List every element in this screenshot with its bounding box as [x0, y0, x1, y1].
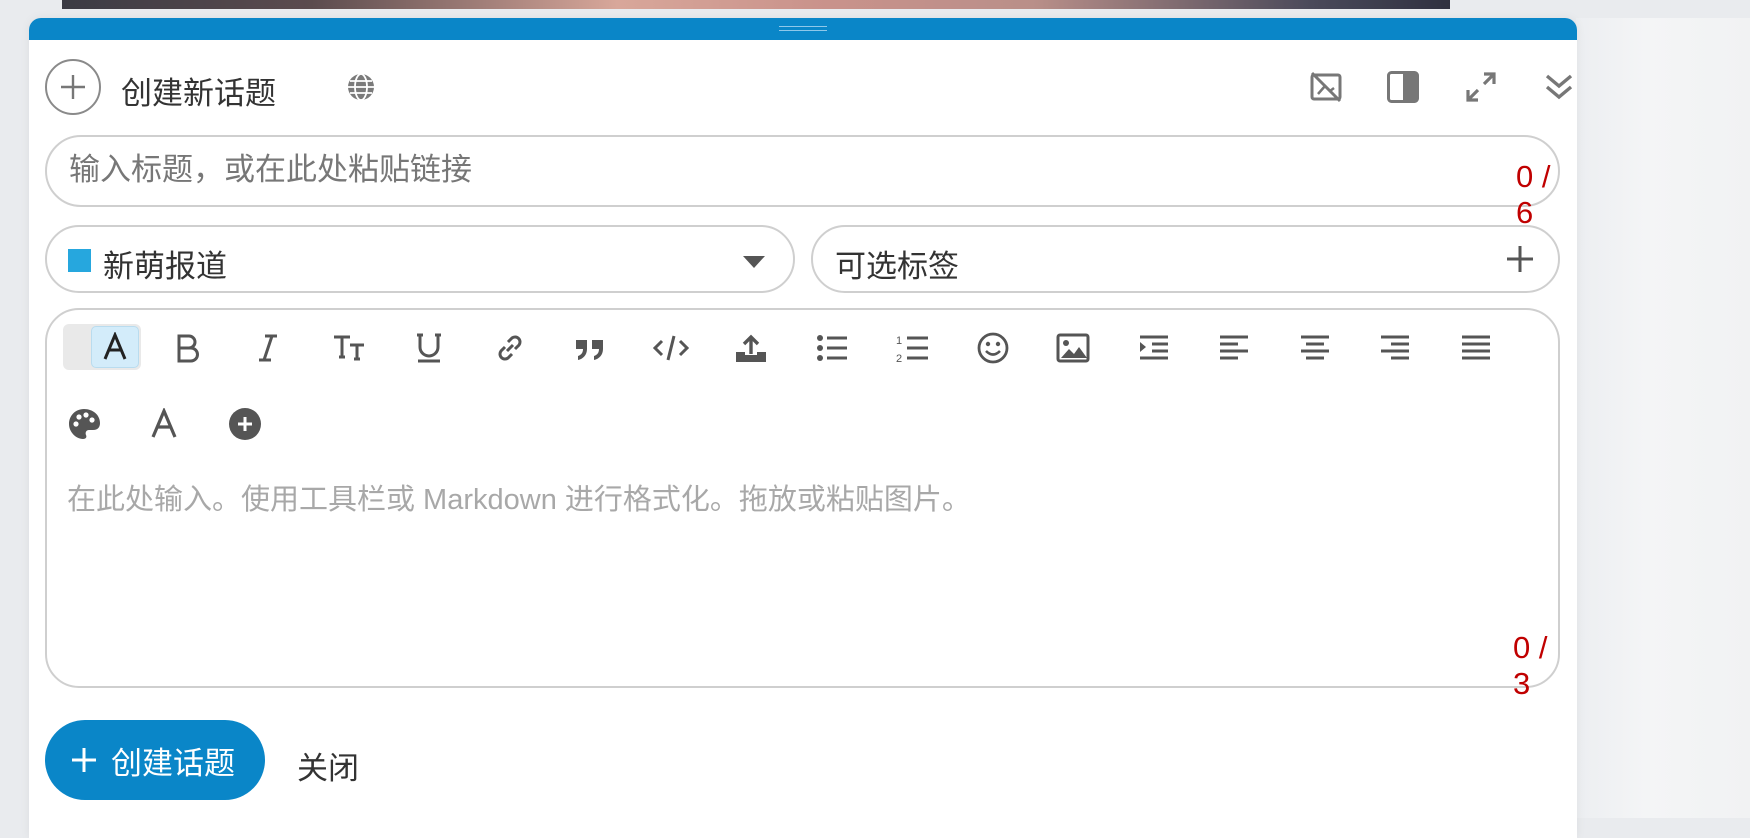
editor: 12 0 / 3: [45, 308, 1560, 701]
fullscreen-icon[interactable]: [1464, 70, 1498, 104]
toggle-sidebar-icon[interactable]: [1386, 70, 1420, 104]
composer-title: 创建新话题: [121, 76, 276, 111]
rich-text-toggle[interactable]: [63, 324, 141, 370]
emoji-icon[interactable]: [971, 326, 1015, 370]
category-color-swatch: [68, 249, 91, 272]
svg-text:2: 2: [896, 353, 902, 364]
image-icon[interactable]: [1051, 326, 1095, 370]
upload-icon[interactable]: [729, 326, 773, 370]
svg-text:1: 1: [896, 335, 902, 347]
justify-icon[interactable]: [1454, 326, 1498, 370]
italic-icon[interactable]: [246, 326, 290, 370]
align-center-icon[interactable]: [1293, 326, 1337, 370]
bold-icon[interactable]: [166, 326, 210, 370]
title-char-counter: 0 / 6: [1516, 159, 1551, 230]
globe-icon[interactable]: [345, 71, 377, 103]
category-label: 新萌报道: [103, 249, 227, 284]
font-icon[interactable]: [142, 402, 186, 446]
topic-composer: 创建新话题 0 / 6 新萌报道 可选标签: [29, 18, 1577, 838]
align-right-icon[interactable]: [1373, 326, 1417, 370]
background-image-strip: [62, 0, 1450, 9]
editor-textarea[interactable]: [65, 474, 1539, 638]
chevron-down-icon: [743, 256, 765, 268]
numbered-list-icon[interactable]: 12: [890, 326, 934, 370]
plus-icon: [71, 747, 97, 773]
color-palette-icon[interactable]: [62, 402, 106, 446]
plus-icon: [45, 59, 101, 115]
create-topic-button[interactable]: 创建话题: [45, 720, 265, 800]
title-field[interactable]: 0 / 6: [45, 135, 1560, 230]
more-options-icon[interactable]: [223, 402, 267, 446]
body-char-counter: 0 / 3: [1513, 630, 1548, 701]
link-icon[interactable]: [488, 326, 532, 370]
tag-selector[interactable]: 可选标签: [811, 225, 1560, 293]
bullet-list-icon[interactable]: [810, 326, 854, 370]
page-background: [1576, 18, 1750, 818]
tag-placeholder: 可选标签: [835, 249, 959, 284]
composer-resize-grip[interactable]: [29, 18, 1577, 40]
text-size-icon[interactable]: [327, 326, 371, 370]
close-button[interactable]: 关闭: [297, 743, 359, 788]
underline-icon[interactable]: [407, 326, 451, 370]
collapse-icon[interactable]: [1542, 70, 1576, 104]
font-a-icon: [91, 326, 139, 368]
create-topic-label: 创建话题: [111, 745, 235, 781]
add-tag-icon: [1505, 244, 1535, 274]
hide-preview-icon[interactable]: [1309, 70, 1343, 104]
category-dropdown[interactable]: 新萌报道: [45, 225, 795, 293]
composer-header: 创建新话题: [45, 58, 1573, 115]
indent-icon[interactable]: [1132, 326, 1176, 370]
code-icon[interactable]: [649, 326, 693, 370]
align-left-icon[interactable]: [1212, 326, 1256, 370]
title-input[interactable]: [67, 145, 1451, 195]
quote-icon[interactable]: [568, 326, 612, 370]
